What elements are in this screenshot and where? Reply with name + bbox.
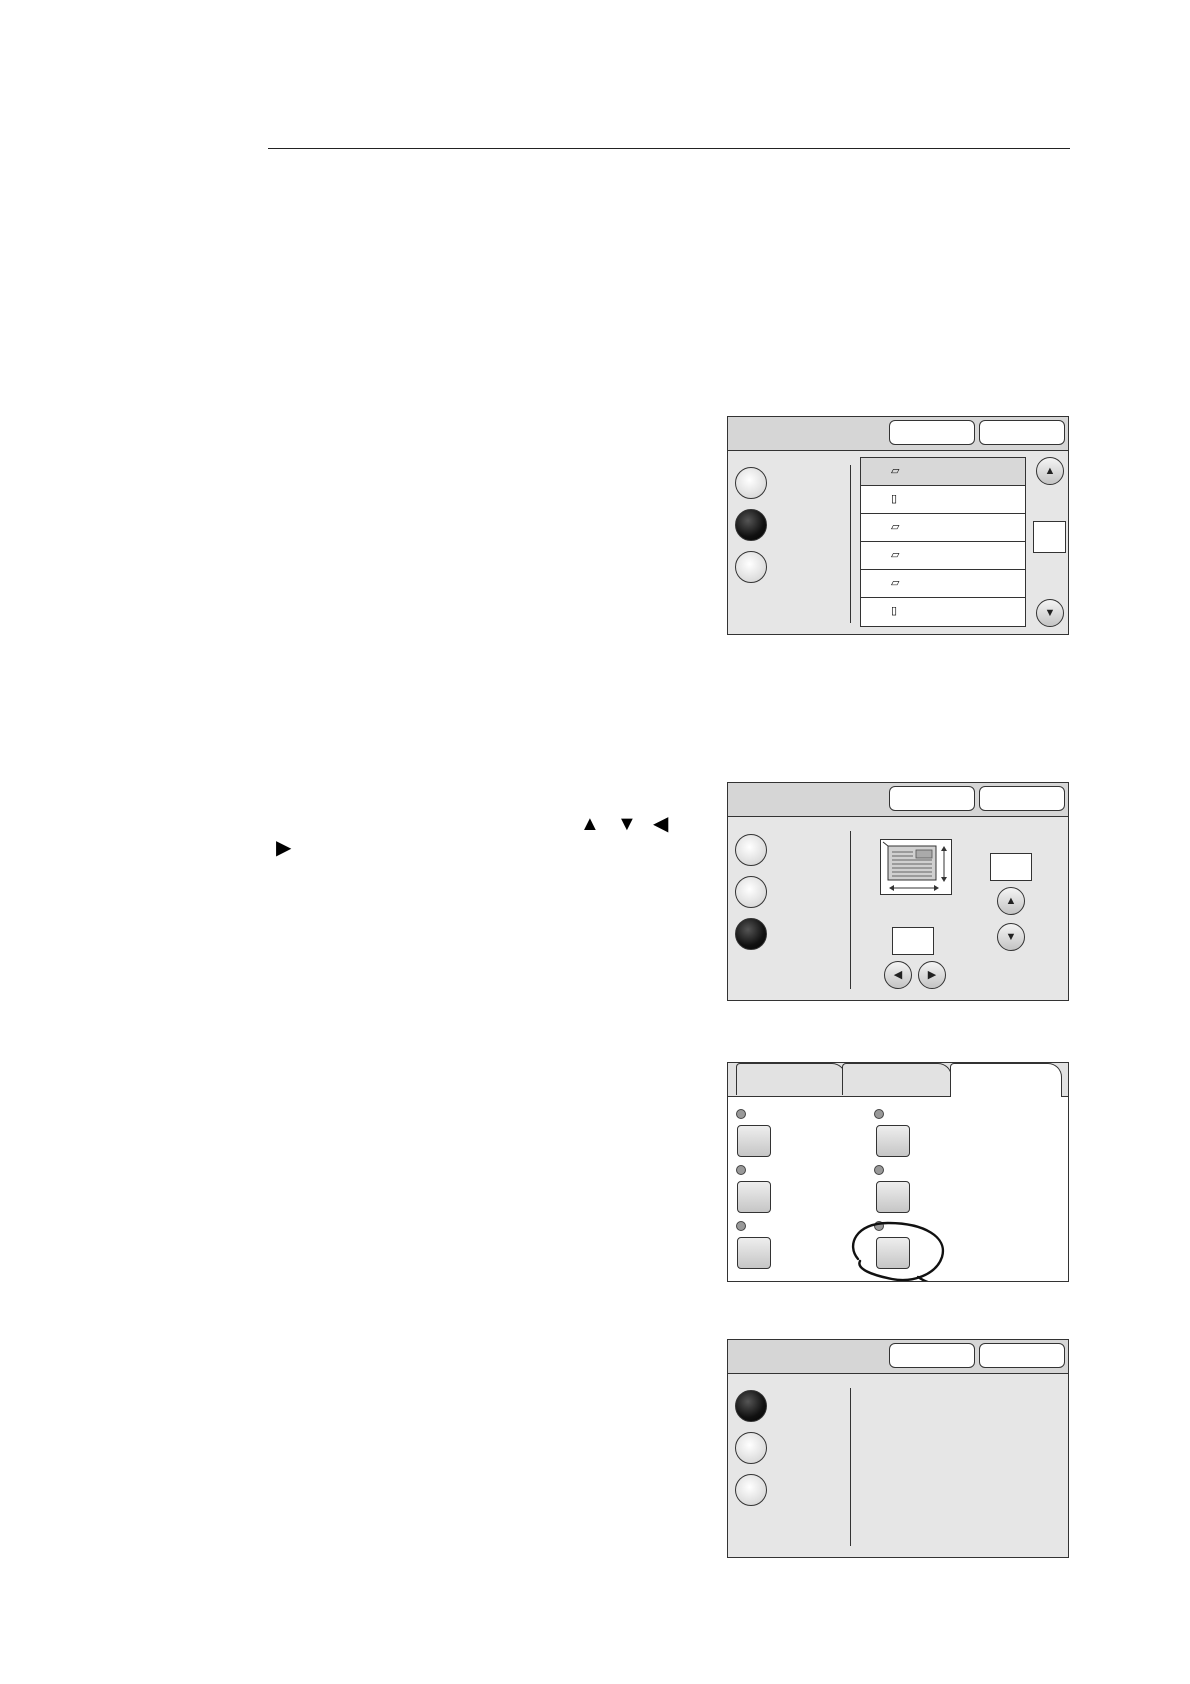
scroll-up-button[interactable]: ▲	[1036, 457, 1064, 485]
option-radio-1[interactable]	[735, 834, 767, 866]
option-radio-2[interactable]	[735, 509, 767, 541]
arrow-left-icon: ◀	[893, 968, 903, 981]
scroll-down-button[interactable]: ▼	[1036, 599, 1064, 627]
list-item[interactable]: ▱	[861, 570, 1025, 598]
shift-down-button[interactable]: ▼	[997, 923, 1025, 951]
arrow-glyph-up: ▲	[580, 813, 600, 835]
panel-divider	[850, 1388, 851, 1546]
save-button[interactable]	[979, 786, 1065, 811]
panel-title-bar	[728, 1340, 1068, 1374]
shift-up-button[interactable]: ▲	[997, 887, 1025, 915]
arrow-down-icon: ▼	[1005, 930, 1017, 943]
status-indicator	[736, 1221, 746, 1231]
option-radio-3[interactable]	[735, 918, 767, 950]
feature-button-4[interactable]	[876, 1125, 910, 1157]
arrow-glyph-left: ◀	[653, 813, 669, 835]
panel-title-bar	[728, 417, 1068, 451]
option-radio-2[interactable]	[735, 876, 767, 908]
arrow-down-icon: ▼	[1044, 606, 1056, 619]
arrow-up-icon: ▲	[1005, 894, 1017, 907]
feature-button-5[interactable]	[876, 1181, 910, 1213]
option-radio-3[interactable]	[735, 1474, 767, 1506]
list-item[interactable]: ▯	[861, 486, 1025, 514]
status-indicator	[874, 1109, 884, 1119]
options-panel	[727, 1339, 1069, 1558]
option-radio-3[interactable]	[735, 551, 767, 583]
arrow-glyph-right: ▶	[276, 837, 292, 859]
panel-divider	[850, 465, 851, 623]
page-indicator	[1033, 521, 1066, 553]
status-indicator	[736, 1109, 746, 1119]
image-shift-panel: ▲ ▼ ◀ ▶	[727, 782, 1069, 1001]
status-indicator	[874, 1165, 884, 1175]
paper-size-list: ▱ ▯ ▱ ▱ ▱ ▯	[860, 457, 1026, 627]
document-landscape-icon: ▱	[891, 549, 900, 561]
tab-1[interactable]	[736, 1063, 846, 1095]
tab-3-active[interactable]	[950, 1063, 1062, 1097]
feature-button-1[interactable]	[737, 1125, 771, 1157]
cancel-button[interactable]	[889, 420, 975, 445]
shift-left-button[interactable]: ◀	[884, 961, 912, 989]
vertical-shift-value	[990, 853, 1032, 881]
save-button[interactable]	[979, 420, 1065, 445]
document-landscape-icon: ▱	[891, 577, 900, 589]
option-radio-1[interactable]	[735, 1390, 767, 1422]
cancel-button[interactable]	[889, 1343, 975, 1368]
tab-2[interactable]	[842, 1063, 952, 1095]
feature-tabs-panel	[727, 1062, 1069, 1282]
list-item[interactable]: ▱	[861, 514, 1025, 542]
option-radio-1[interactable]	[735, 467, 767, 499]
horizontal-shift-value	[892, 927, 934, 955]
document-shift-icon	[882, 841, 947, 891]
status-indicator	[874, 1221, 884, 1231]
cancel-button[interactable]	[889, 786, 975, 811]
document-portrait-icon: ▯	[891, 605, 898, 617]
list-item[interactable]: ▱	[861, 458, 1025, 486]
arrow-up-icon: ▲	[1044, 464, 1056, 477]
arrow-right-icon: ▶	[927, 968, 937, 981]
header-rule	[268, 148, 1070, 149]
list-item[interactable]: ▯	[861, 598, 1025, 626]
feature-button-6[interactable]	[876, 1237, 910, 1269]
document-landscape-icon: ▱	[891, 521, 900, 533]
option-radio-2[interactable]	[735, 1432, 767, 1464]
feature-button-2[interactable]	[737, 1181, 771, 1213]
save-button[interactable]	[979, 1343, 1065, 1368]
shift-right-button[interactable]: ▶	[918, 961, 946, 989]
status-indicator	[736, 1165, 746, 1175]
panel-divider	[850, 831, 851, 989]
document-landscape-icon: ▱	[891, 465, 900, 477]
panel-title-bar	[728, 783, 1068, 817]
arrow-glyph-down: ▼	[617, 813, 637, 835]
list-item[interactable]: ▱	[861, 542, 1025, 570]
document-portrait-icon: ▯	[891, 493, 898, 505]
paper-supply-panel: ▱ ▯ ▱ ▱ ▱ ▯ ▲ ▼	[727, 416, 1069, 635]
feature-button-3[interactable]	[737, 1237, 771, 1269]
shift-diagram	[880, 839, 952, 895]
